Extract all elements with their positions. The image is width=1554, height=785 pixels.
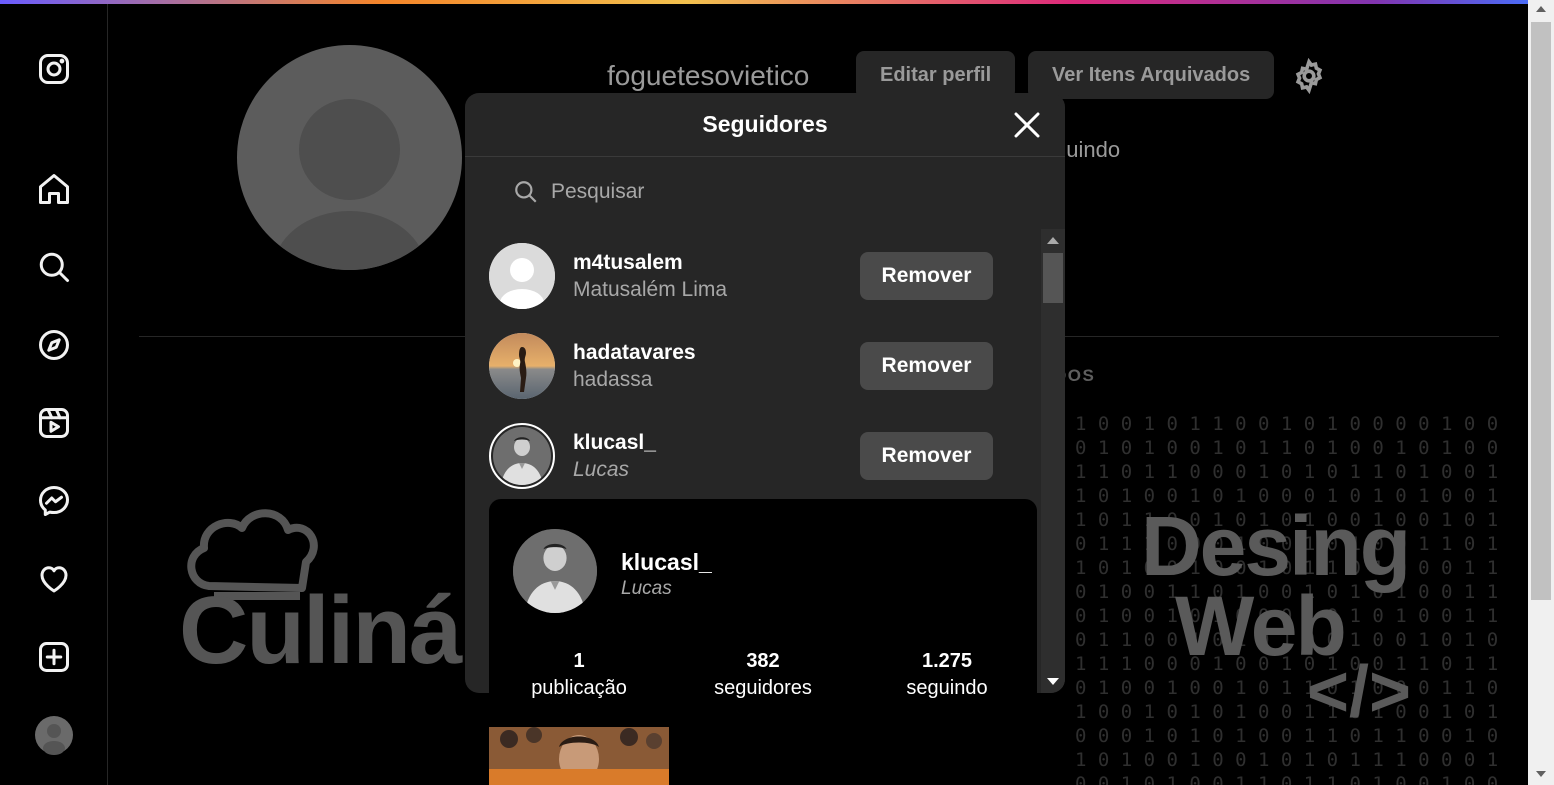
scroll-up-arrow-icon[interactable] [1536, 6, 1546, 12]
remove-follower-button[interactable]: Remover [860, 342, 993, 390]
post-thumbnail[interactable] [489, 727, 669, 785]
window-scrollbar[interactable] [1528, 0, 1554, 785]
remove-follower-button[interactable]: Remover [860, 432, 993, 480]
stat-followers: 382 seguidores [714, 650, 812, 699]
scroll-down-arrow-icon[interactable] [1047, 678, 1059, 685]
follower-fullname: Matusalém Lima [573, 278, 728, 301]
modal-title: Seguidores [702, 111, 828, 137]
list-item[interactable]: klucasl_ Lucas Remover [489, 421, 1017, 491]
hover-card-username[interactable]: klucasl_ [621, 549, 712, 576]
close-icon[interactable] [1011, 109, 1043, 141]
profile-hover-card: klucasl_ Lucas 1 publicação 382 seguidor… [489, 499, 1037, 785]
modal-header: Seguidores [465, 93, 1065, 157]
follower-fullname: hadassa [573, 368, 653, 391]
avatar[interactable] [489, 423, 555, 489]
search-input[interactable] [551, 180, 951, 204]
list-item[interactable]: m4tusalem Matusalém Lima Remover [489, 241, 1017, 311]
hover-card-fullname: Lucas [621, 578, 672, 599]
scroll-thumb[interactable] [1043, 253, 1063, 303]
follower-fullname: Lucas [573, 458, 630, 481]
list-item[interactable]: hadatavares hadassa Remover [489, 331, 1017, 401]
follower-username[interactable]: hadatavares [573, 341, 696, 365]
window-scroll-thumb[interactable] [1531, 22, 1551, 600]
avatar[interactable] [489, 243, 555, 309]
follower-username[interactable]: klucasl_ [573, 431, 656, 455]
remove-follower-button[interactable]: Remover [860, 252, 993, 300]
stat-posts: 1 publicação [531, 650, 627, 699]
modal-scrollbar[interactable] [1041, 229, 1065, 693]
follower-username[interactable]: m4tusalem [573, 251, 683, 275]
stat-following: 1.275 seguindo [906, 650, 988, 699]
scroll-down-arrow-icon[interactable] [1536, 771, 1546, 777]
search-icon [515, 181, 537, 203]
avatar[interactable] [489, 333, 555, 399]
search-bar [513, 179, 951, 205]
avatar[interactable] [513, 529, 597, 613]
top-gradient-bar [0, 0, 1528, 4]
scroll-up-arrow-icon[interactable] [1047, 237, 1059, 244]
